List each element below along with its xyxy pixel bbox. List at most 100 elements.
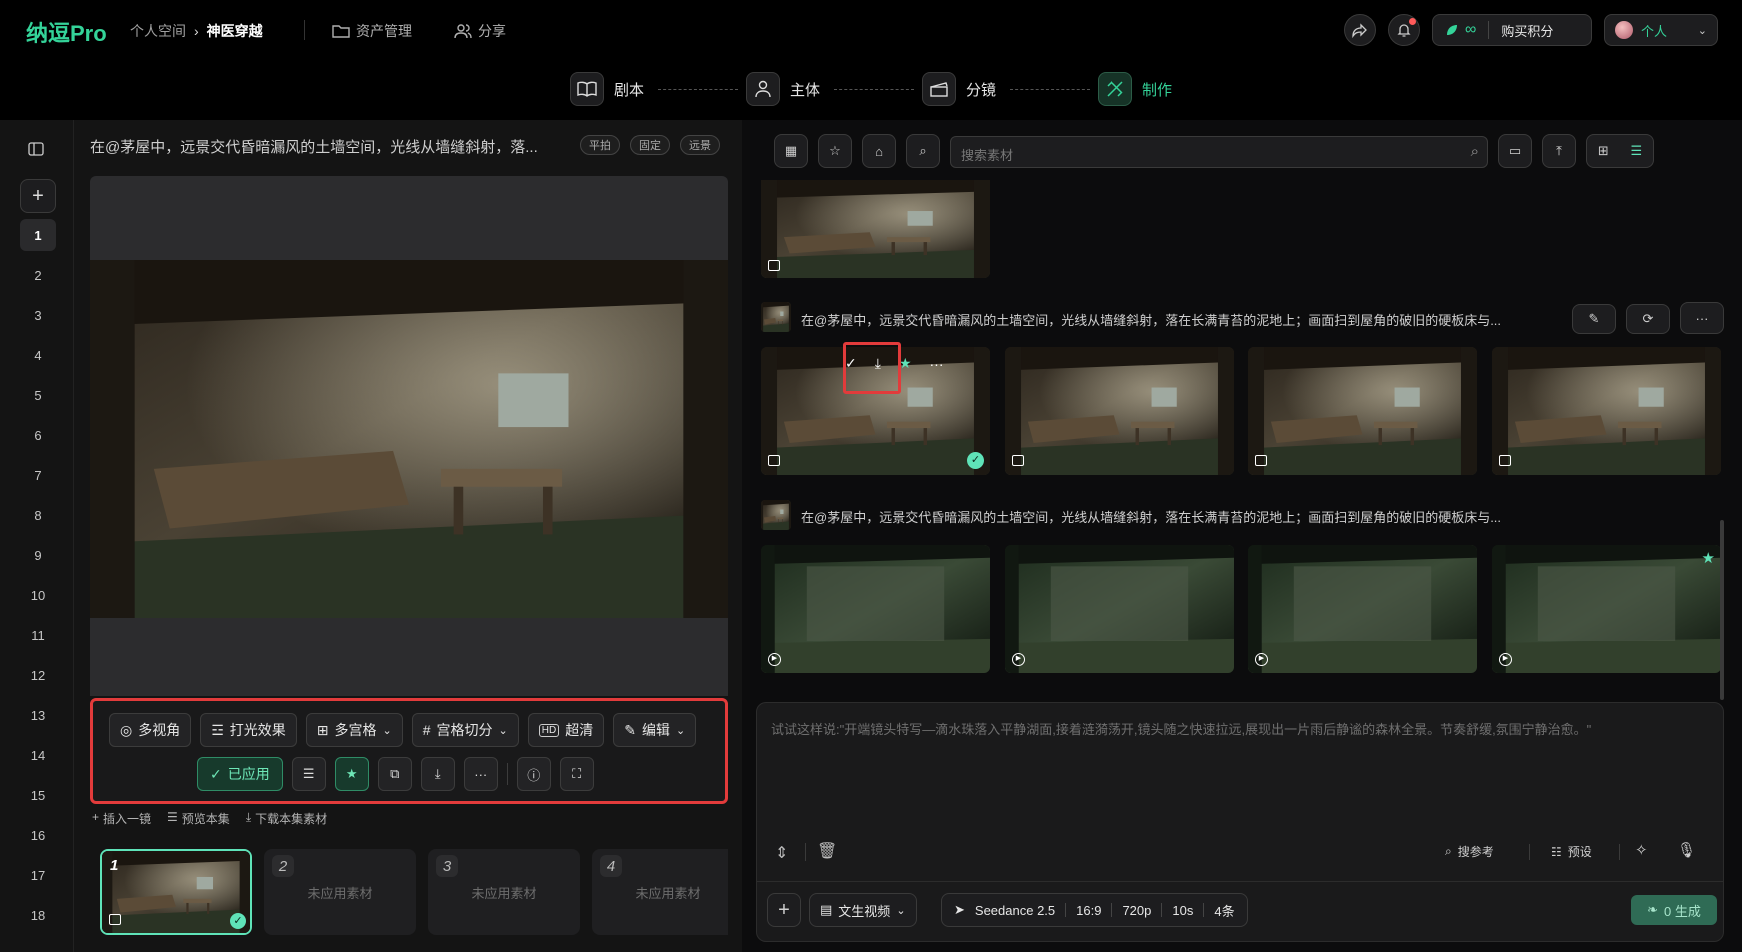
shot-number-item[interactable]: 11: [20, 619, 56, 651]
shot-number-item[interactable]: 1: [20, 219, 56, 251]
voice-input-button[interactable]: 🎙: [1677, 841, 1696, 859]
shot-card[interactable]: 1 ✓: [100, 849, 252, 935]
preview-episode-link[interactable]: ☰ 预览本集: [167, 810, 230, 827]
edit-prompt-button[interactable]: ✎: [1572, 304, 1616, 334]
save-asset-button[interactable]: ⧉: [377, 757, 412, 791]
search-icon: ⌕: [1470, 143, 1479, 160]
edit-label: 编辑: [641, 722, 670, 738]
asset-image[interactable]: [1248, 347, 1477, 475]
notification-button[interactable]: [1388, 14, 1420, 46]
more-icon[interactable]: ···: [930, 356, 944, 372]
shot-strip: 1 ✓ 2 未应用素材 3 未应用素材 4 未应用素材: [100, 849, 728, 935]
grid-view-icon[interactable]: ⊞: [1598, 143, 1609, 159]
shot-number-item[interactable]: 4: [20, 339, 56, 371]
breadcrumb-root[interactable]: 个人空间: [130, 21, 186, 41]
favorites-filter-button[interactable]: ☆: [818, 134, 852, 168]
gen-more-button[interactable]: ···: [1680, 302, 1724, 334]
open-folder-button[interactable]: ▭: [1498, 134, 1532, 168]
shot-card[interactable]: 3 未应用素材: [428, 849, 580, 935]
favorite-button[interactable]: ★: [334, 757, 369, 791]
credits-box[interactable]: ∞ 购买积分: [1432, 14, 1592, 46]
asset-mgmt-link[interactable]: 资产管理: [332, 21, 412, 41]
shot-number-item[interactable]: 12: [20, 659, 56, 691]
shot-number-item[interactable]: 18: [20, 899, 56, 931]
feed-scrollbar[interactable]: [1720, 520, 1724, 700]
add-attachment-button[interactable]: +: [767, 893, 801, 927]
shot-number-item[interactable]: 8: [20, 499, 56, 531]
prompt-summary[interactable]: 在@茅屋中，远景交代昏暗漏风的土墙空间，光线从墙缝斜射，落...: [90, 136, 574, 157]
magic-enhance-button[interactable]: ✧: [1635, 841, 1648, 859]
count-label: 4条: [1214, 903, 1235, 919]
asset-video[interactable]: ▶: [1248, 545, 1477, 673]
download-button[interactable]: ⤓: [420, 757, 455, 791]
logo[interactable]: 纳逗Pro: [26, 16, 107, 48]
main-preview-image[interactable]: [90, 260, 728, 618]
share-link[interactable]: 分享: [454, 21, 506, 41]
generate-button[interactable]: ❧ 0 生成: [1631, 895, 1717, 925]
toggle-sidebar-button[interactable]: [28, 142, 44, 156]
detail-search-button[interactable]: ☰: [291, 757, 326, 791]
asset-panel: ▦ ☆ ⌂ ⌕ 搜索素材 ⌕ ▭ ⤒ ⊞ ☰ 在@茅屋中，远景交代昏暗漏风的土墙…: [742, 120, 1742, 952]
asset-video[interactable]: ▶: [761, 545, 990, 673]
upload-button[interactable]: ⤒: [1542, 134, 1576, 168]
shot-number-item[interactable]: 15: [20, 779, 56, 811]
search-ref-button[interactable]: ⌕ 搜参考: [1445, 843, 1494, 860]
shot-number-item[interactable]: 13: [20, 699, 56, 731]
shot-number-item[interactable]: 14: [20, 739, 56, 771]
asset-image[interactable]: [1005, 347, 1234, 475]
preset-button[interactable]: ☷ 预设: [1551, 843, 1592, 860]
shot-number-item[interactable]: 17: [20, 859, 56, 891]
asset-image[interactable]: [1492, 347, 1721, 475]
generation-params[interactable]: ➤ Seedance 2.5 16:9 720p 10s 4条: [941, 893, 1248, 927]
download-episode-link[interactable]: ⤓ 下载本集素材: [246, 810, 327, 827]
shot-card[interactable]: 4 未应用素材: [592, 849, 728, 935]
step-label: 主体: [790, 81, 821, 99]
file-search-button[interactable]: ⌕: [906, 134, 940, 168]
add-shot-button[interactable]: +: [20, 179, 56, 213]
list-view-icon[interactable]: ☰: [1630, 143, 1642, 159]
shot-number-item[interactable]: 3: [20, 299, 56, 331]
applied-button[interactable]: ✓ 已应用: [197, 757, 283, 791]
gen-prompt[interactable]: 在@茅屋中，远景交代昏暗漏风的土墙空间，光线从墙缝斜射，落在长满青苔的泥地上；画…: [801, 310, 1561, 329]
shot-number-item[interactable]: 6: [20, 419, 56, 451]
multi-angle-button[interactable]: ◎ 多视角: [109, 713, 192, 747]
info-button[interactable]: ⓘ: [516, 757, 551, 791]
hd-button[interactable]: HD 超清: [527, 713, 605, 747]
insert-shot-label: 插入一镜: [103, 812, 152, 826]
share-forward-button[interactable]: [1344, 14, 1376, 46]
focus-button[interactable]: ⛶: [559, 757, 594, 791]
clear-button[interactable]: 🗑: [817, 841, 837, 861]
shot-number-item[interactable]: 10: [20, 579, 56, 611]
mode-dropdown[interactable]: ▤ 文生视频 ⌄: [809, 893, 917, 927]
shot-number-item[interactable]: 5: [20, 379, 56, 411]
step-script[interactable]: 剧本: [570, 72, 644, 106]
step-production[interactable]: 制作: [1098, 72, 1172, 106]
account-menu[interactable]: 个人 ⌄: [1604, 14, 1718, 46]
shot-number-item[interactable]: 2: [20, 259, 56, 291]
search-box[interactable]: 搜索素材 ⌕: [950, 136, 1488, 168]
more-button[interactable]: ···: [463, 757, 498, 791]
asset-video[interactable]: ▶: [1005, 545, 1234, 673]
sparkle-icon: ✧: [1635, 842, 1648, 859]
subject-filter-button[interactable]: ⌂: [862, 134, 896, 168]
step-storyboard[interactable]: 分镜: [922, 72, 996, 106]
grid-split-dropdown[interactable]: # 宫格切分 ⌄: [411, 713, 519, 747]
calendar-filter-button[interactable]: ▦: [774, 134, 808, 168]
expand-button[interactable]: ⇕: [775, 843, 788, 863]
buy-credits-button[interactable]: 购买积分: [1489, 21, 1565, 40]
shot-number-item[interactable]: 9: [20, 539, 56, 571]
asset-video[interactable]: ★ ▶: [1492, 545, 1721, 673]
composer-input[interactable]: 试试这样说:"开端镜头特写—滴水珠落入平静湖面,接着涟漪荡开,镜头随之快速拉远,…: [771, 717, 1707, 743]
step-subject[interactable]: 主体: [746, 72, 820, 106]
edit-dropdown[interactable]: ✎ 编辑 ⌄: [613, 713, 697, 747]
regenerate-button[interactable]: ⟳: [1626, 304, 1670, 334]
star-icon[interactable]: ★: [1702, 549, 1715, 567]
gen-prompt[interactable]: 在@茅屋中，远景交代昏暗漏风的土墙空间，光线从墙缝斜射，落在长满青苔的泥地上；画…: [801, 507, 1561, 526]
asset-image[interactable]: [761, 180, 990, 278]
multi-grid-dropdown[interactable]: ⊞ 多宫格 ⌄: [305, 713, 403, 747]
shot-card[interactable]: 2 未应用素材: [264, 849, 416, 935]
lighting-button[interactable]: ☲ 打光效果: [200, 713, 297, 747]
insert-shot-link[interactable]: + 插入一镜: [92, 810, 151, 827]
shot-number-item[interactable]: 16: [20, 819, 56, 851]
shot-number-item[interactable]: 7: [20, 459, 56, 491]
